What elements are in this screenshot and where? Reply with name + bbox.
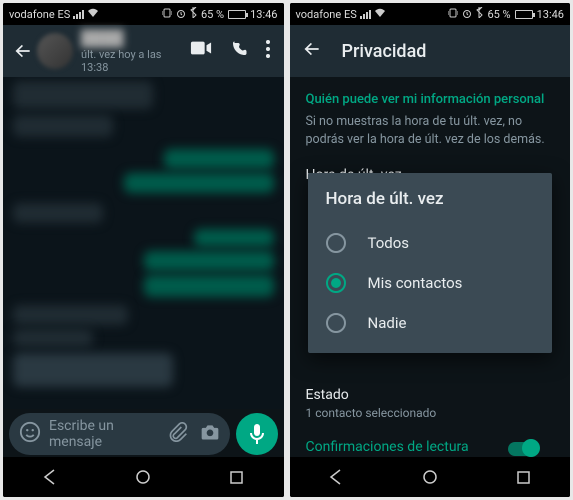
option-nobody[interactable]: Nadie xyxy=(326,303,535,343)
status-row-sub: 1 contacto seleccionado xyxy=(306,405,555,422)
battery-pct: 65 % xyxy=(487,8,510,21)
message-input-bar: Escribe un mensaje xyxy=(9,413,278,455)
alarm-icon xyxy=(462,8,472,21)
camera-icon[interactable] xyxy=(200,423,220,445)
android-navbar xyxy=(3,457,284,497)
last-seen-label: últ. vez hoy a las 13:38 xyxy=(81,48,190,74)
option-label: Mis contactos xyxy=(368,274,463,292)
option-everyone[interactable]: Todos xyxy=(326,223,535,263)
signal-icon xyxy=(73,10,84,19)
section-description: Si no muestras la hora de tu últ. vez, n… xyxy=(306,113,555,148)
settings-header: Privacidad xyxy=(290,25,571,77)
read-receipts-label[interactable]: Confirmaciones de lectura xyxy=(306,438,511,458)
nav-recent[interactable] xyxy=(223,463,251,491)
bluetooth-icon xyxy=(190,7,197,21)
option-label: Todos xyxy=(368,234,410,252)
video-call-icon[interactable] xyxy=(190,40,212,62)
bluetooth-icon xyxy=(476,7,483,21)
carrier-label: vodafone ES xyxy=(9,8,70,21)
carrier-label: vodafone ES xyxy=(296,8,357,21)
chat-title-area[interactable]: ████ últ. vez hoy a las 13:38 xyxy=(81,29,190,74)
status-row-label[interactable]: Estado xyxy=(306,386,555,406)
chat-messages[interactable] xyxy=(3,77,284,409)
clock-label: 13:46 xyxy=(537,8,564,21)
back-button[interactable] xyxy=(9,41,37,61)
nav-back[interactable] xyxy=(322,463,350,491)
last-seen-dialog: Hora de últ. vez Todos Mis contactos Nad… xyxy=(308,173,553,353)
battery-icon xyxy=(515,10,533,19)
radio-icon xyxy=(326,273,346,293)
page-title: Privacidad xyxy=(342,41,427,62)
phone-settings: vodafone ES 65 % 13:46 Privacidad Quién … xyxy=(290,3,571,497)
phone-chat: vodafone ES 65 % 13:46 ████ últ. vez hoy… xyxy=(3,3,284,497)
option-my-contacts[interactable]: Mis contactos xyxy=(326,263,535,303)
attach-icon[interactable] xyxy=(168,422,188,446)
signal-icon xyxy=(360,10,371,19)
chat-header: ████ últ. vez hoy a las 13:38 xyxy=(3,25,284,77)
clock-label: 13:46 xyxy=(250,8,277,21)
android-navbar xyxy=(290,457,571,497)
dialog-title: Hora de últ. vez xyxy=(326,189,535,209)
more-icon[interactable] xyxy=(266,40,270,62)
radio-icon xyxy=(326,233,346,253)
back-button[interactable] xyxy=(302,39,322,63)
wifi-icon xyxy=(374,8,386,21)
nav-recent[interactable] xyxy=(509,463,537,491)
vibrate-icon xyxy=(448,8,458,21)
message-input[interactable]: Escribe un mensaje xyxy=(9,413,230,455)
read-receipts-toggle[interactable] xyxy=(508,442,538,456)
voice-call-icon[interactable] xyxy=(230,40,248,62)
option-label: Nadie xyxy=(368,314,407,332)
section-heading: Quién puede ver mi información personal xyxy=(306,91,555,109)
nav-home[interactable] xyxy=(416,463,444,491)
alarm-icon xyxy=(176,8,186,21)
mic-button[interactable] xyxy=(236,413,278,455)
battery-icon xyxy=(228,10,246,19)
status-bar: vodafone ES 65 % 13:46 xyxy=(290,3,571,25)
status-bar: vodafone ES 65 % 13:46 xyxy=(3,3,284,25)
wifi-icon xyxy=(87,8,99,21)
nav-home[interactable] xyxy=(129,463,157,491)
battery-pct: 65 % xyxy=(201,8,224,21)
radio-icon xyxy=(326,313,346,333)
nav-back[interactable] xyxy=(36,463,64,491)
emoji-icon[interactable] xyxy=(19,421,41,447)
avatar[interactable] xyxy=(37,33,73,69)
input-placeholder: Escribe un mensaje xyxy=(49,418,168,450)
vibrate-icon xyxy=(162,8,172,21)
contact-name: ████ xyxy=(81,29,190,47)
